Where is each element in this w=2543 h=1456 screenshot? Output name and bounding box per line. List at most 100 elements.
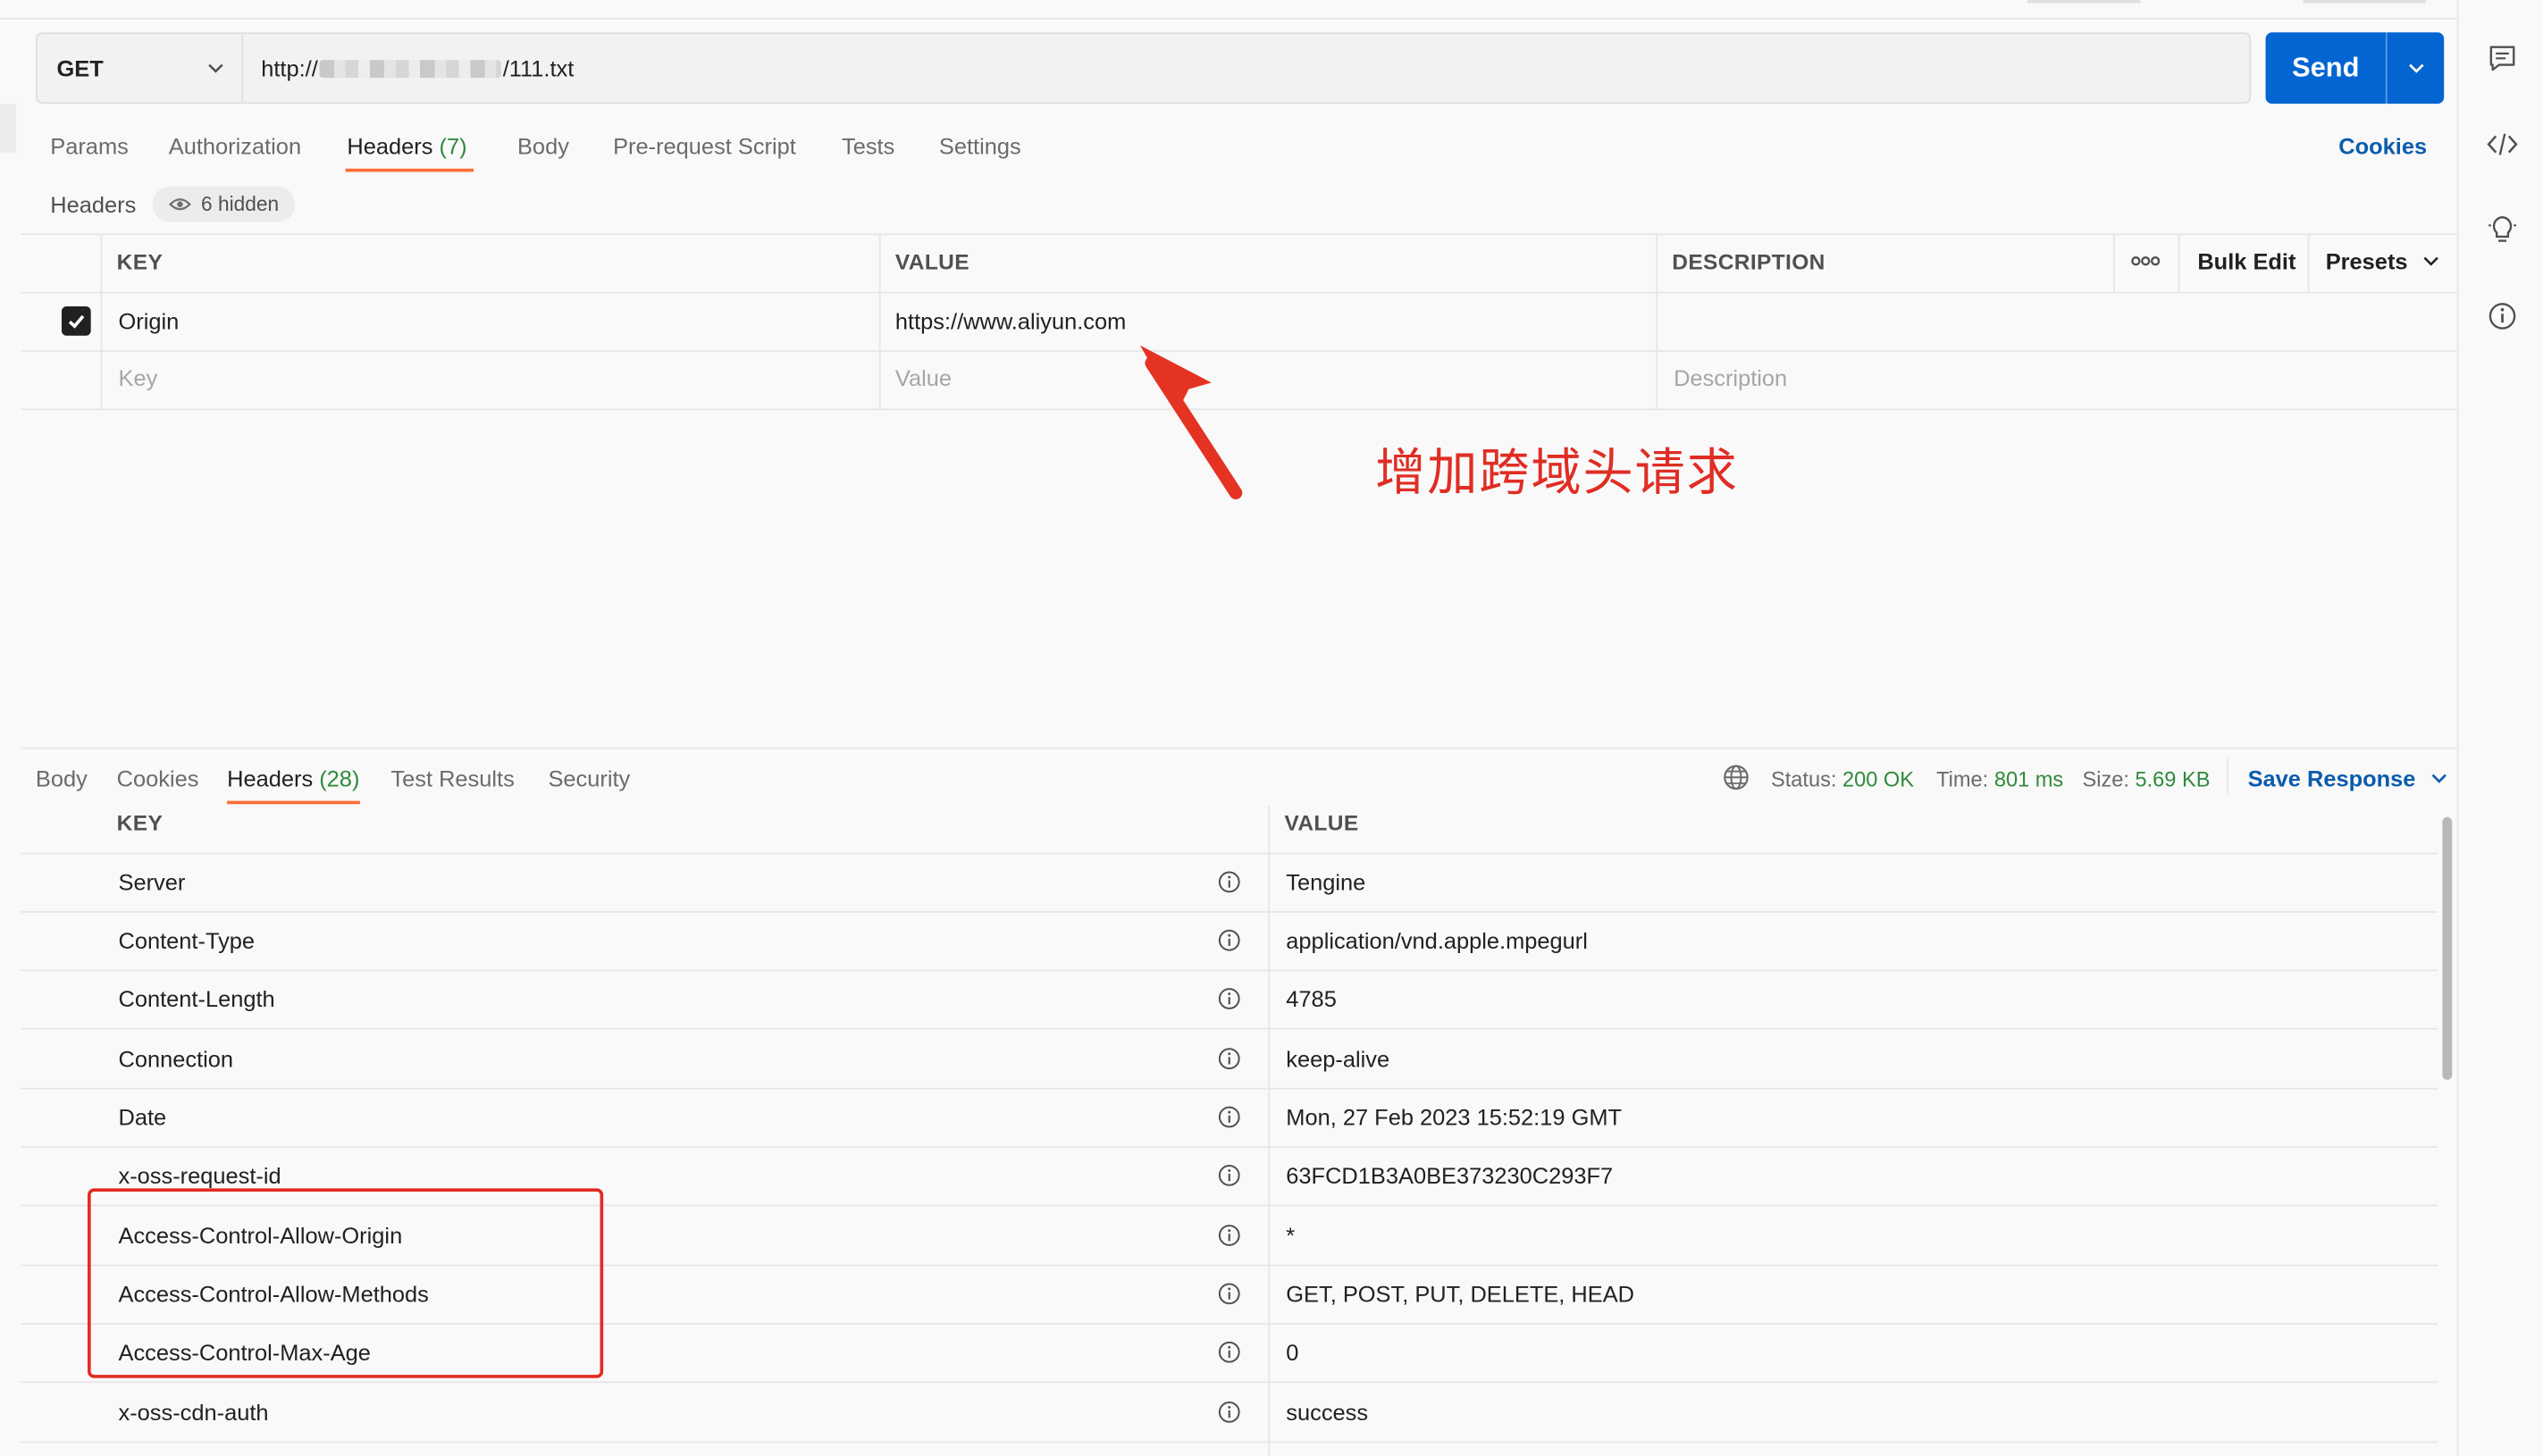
tab-authorization[interactable]: Authorization xyxy=(169,133,301,159)
tab-params[interactable]: Params xyxy=(50,133,129,159)
hidden-headers-toggle[interactable]: 6 hidden xyxy=(152,186,296,222)
size-indicator[interactable]: Size: 5.69 KB xyxy=(2082,766,2210,791)
tab-body[interactable]: Body xyxy=(517,133,569,159)
new-key-input[interactable]: Key xyxy=(118,364,157,390)
tab-headers[interactable]: Headers (7) xyxy=(347,133,466,159)
bulk-edit-button[interactable]: Bulk Edit xyxy=(2197,248,2295,274)
resp-tab-headers[interactable]: Headers (28) xyxy=(227,766,359,791)
cookies-link[interactable]: Cookies xyxy=(2338,133,2427,159)
tab-label: Cookies xyxy=(116,765,199,791)
response-header-value: * xyxy=(1286,1222,1296,1249)
info-icon[interactable] xyxy=(1218,1341,1240,1363)
response-header-key: Server xyxy=(118,868,186,895)
url-input[interactable]: http:// /111.txt xyxy=(261,34,574,102)
tab-label: Headers xyxy=(227,765,314,791)
row-divider xyxy=(21,969,2438,972)
response-header-value: 63FCD1B3A0BE373230C293F7 xyxy=(1286,1162,1614,1189)
send-button[interactable]: Send xyxy=(2266,32,2386,104)
time-indicator[interactable]: Time: 801 ms xyxy=(1936,766,2063,791)
tab-label: Params xyxy=(50,132,129,159)
row-divider xyxy=(21,1027,2438,1030)
save-response-dropdown[interactable]: Save Response xyxy=(2248,766,2448,791)
info-icon[interactable] xyxy=(1218,987,1240,1009)
annotation-text: 增加跨域头请求 xyxy=(1375,444,1739,503)
annotation-arrow-icon xyxy=(1139,345,1243,500)
info-icon[interactable] xyxy=(1218,1224,1240,1246)
code-icon[interactable] xyxy=(2486,128,2518,160)
tab-count-badge: (28) xyxy=(319,765,360,791)
time-value: 801 ms xyxy=(1993,766,2064,791)
table-divider xyxy=(2307,233,2310,292)
response-header-key: Date xyxy=(118,1104,167,1131)
checkmark-icon xyxy=(68,314,85,329)
chevron-down-icon xyxy=(2422,256,2438,266)
response-header-value: GET, POST, PUT, DELETE, HEAD xyxy=(1286,1280,1635,1307)
status-indicator[interactable]: Status: 200 OK xyxy=(1771,766,1914,791)
response-header-key: Connection xyxy=(118,1045,234,1072)
status-value: 200 OK xyxy=(1842,766,1915,791)
response-column-key: KEY xyxy=(116,810,164,835)
tab-label: Authorization xyxy=(168,132,302,159)
app-window: GET http:// /111.txt Send Params Authori… xyxy=(0,0,2543,1456)
info-icon[interactable] xyxy=(1218,1106,1240,1128)
info-icon[interactable] xyxy=(1218,1401,1240,1423)
tab-settings[interactable]: Settings xyxy=(939,133,1021,159)
header-key-field[interactable]: Origin xyxy=(118,308,179,334)
more-options-button[interactable] xyxy=(2128,250,2163,280)
send-options-button[interactable] xyxy=(2388,32,2445,104)
response-header-key: Content-Length xyxy=(118,985,275,1012)
meta-divider xyxy=(2226,758,2228,795)
response-column-value: VALUE xyxy=(1284,810,1359,835)
tab-label: Tests xyxy=(841,132,895,159)
header-enabled-checkbox[interactable] xyxy=(61,306,91,336)
info-icon[interactable] xyxy=(2486,300,2518,332)
active-tab-underline xyxy=(227,800,360,805)
resp-tab-cookies[interactable]: Cookies xyxy=(117,766,199,791)
row-divider xyxy=(21,1381,2438,1384)
tab-label: Body xyxy=(516,132,569,159)
redacted-host xyxy=(319,59,501,78)
save-response-label: Save Response xyxy=(2247,765,2416,791)
header-value-field[interactable]: https://www.aliyun.com xyxy=(895,308,1126,334)
response-header-value: Mon, 27 Feb 2023 15:52:19 GMT xyxy=(1286,1104,1623,1131)
lightbulb-icon[interactable] xyxy=(2486,213,2518,245)
resp-tab-body[interactable]: Body xyxy=(36,766,88,791)
column-header-value: VALUE xyxy=(894,249,969,274)
response-divider xyxy=(21,747,2457,749)
eye-icon xyxy=(169,198,191,211)
tab-label: Test Results xyxy=(390,765,515,791)
response-header-value: success xyxy=(1286,1399,1369,1426)
tab-pre-request-script[interactable]: Pre-request Script xyxy=(613,133,796,159)
row-divider xyxy=(21,911,2438,913)
row-divider xyxy=(21,1087,2438,1090)
new-description-input[interactable]: Description xyxy=(1674,364,1787,390)
column-header-key: KEY xyxy=(116,249,164,274)
response-header-key: x-oss-request-id xyxy=(118,1162,281,1189)
comments-icon[interactable] xyxy=(2486,42,2518,74)
new-value-input[interactable]: Value xyxy=(895,364,952,390)
presets-label: Presets xyxy=(2325,247,2408,274)
response-scrollbar[interactable] xyxy=(2442,816,2453,1080)
table-divider xyxy=(2112,233,2115,292)
status-label: Status: xyxy=(1770,766,1837,791)
row-divider xyxy=(21,1441,2438,1443)
info-icon[interactable] xyxy=(1218,871,1240,893)
row-divider xyxy=(21,852,2438,855)
resp-tab-test-results[interactable]: Test Results xyxy=(390,766,514,791)
table-divider xyxy=(21,291,2457,294)
presets-dropdown[interactable]: Presets xyxy=(2326,248,2440,274)
globe-icon[interactable] xyxy=(1723,764,1750,791)
tab-tests[interactable]: Tests xyxy=(842,133,894,159)
resp-tab-security[interactable]: Security xyxy=(548,766,630,791)
method-select[interactable]: GET xyxy=(38,34,244,103)
info-icon[interactable] xyxy=(1218,1047,1240,1070)
headers-section-title: Headers xyxy=(50,191,137,218)
column-header-description: DESCRIPTION xyxy=(1672,249,1825,274)
response-header-value: application/vnd.apple.mpegurl xyxy=(1286,927,1588,954)
info-icon[interactable] xyxy=(1218,929,1240,951)
info-icon[interactable] xyxy=(1218,1283,1240,1305)
row-divider xyxy=(21,1146,2438,1149)
tab-label: Headers xyxy=(347,132,433,159)
info-icon[interactable] xyxy=(1218,1164,1240,1186)
hidden-count-label: 6 hidden xyxy=(201,192,280,216)
